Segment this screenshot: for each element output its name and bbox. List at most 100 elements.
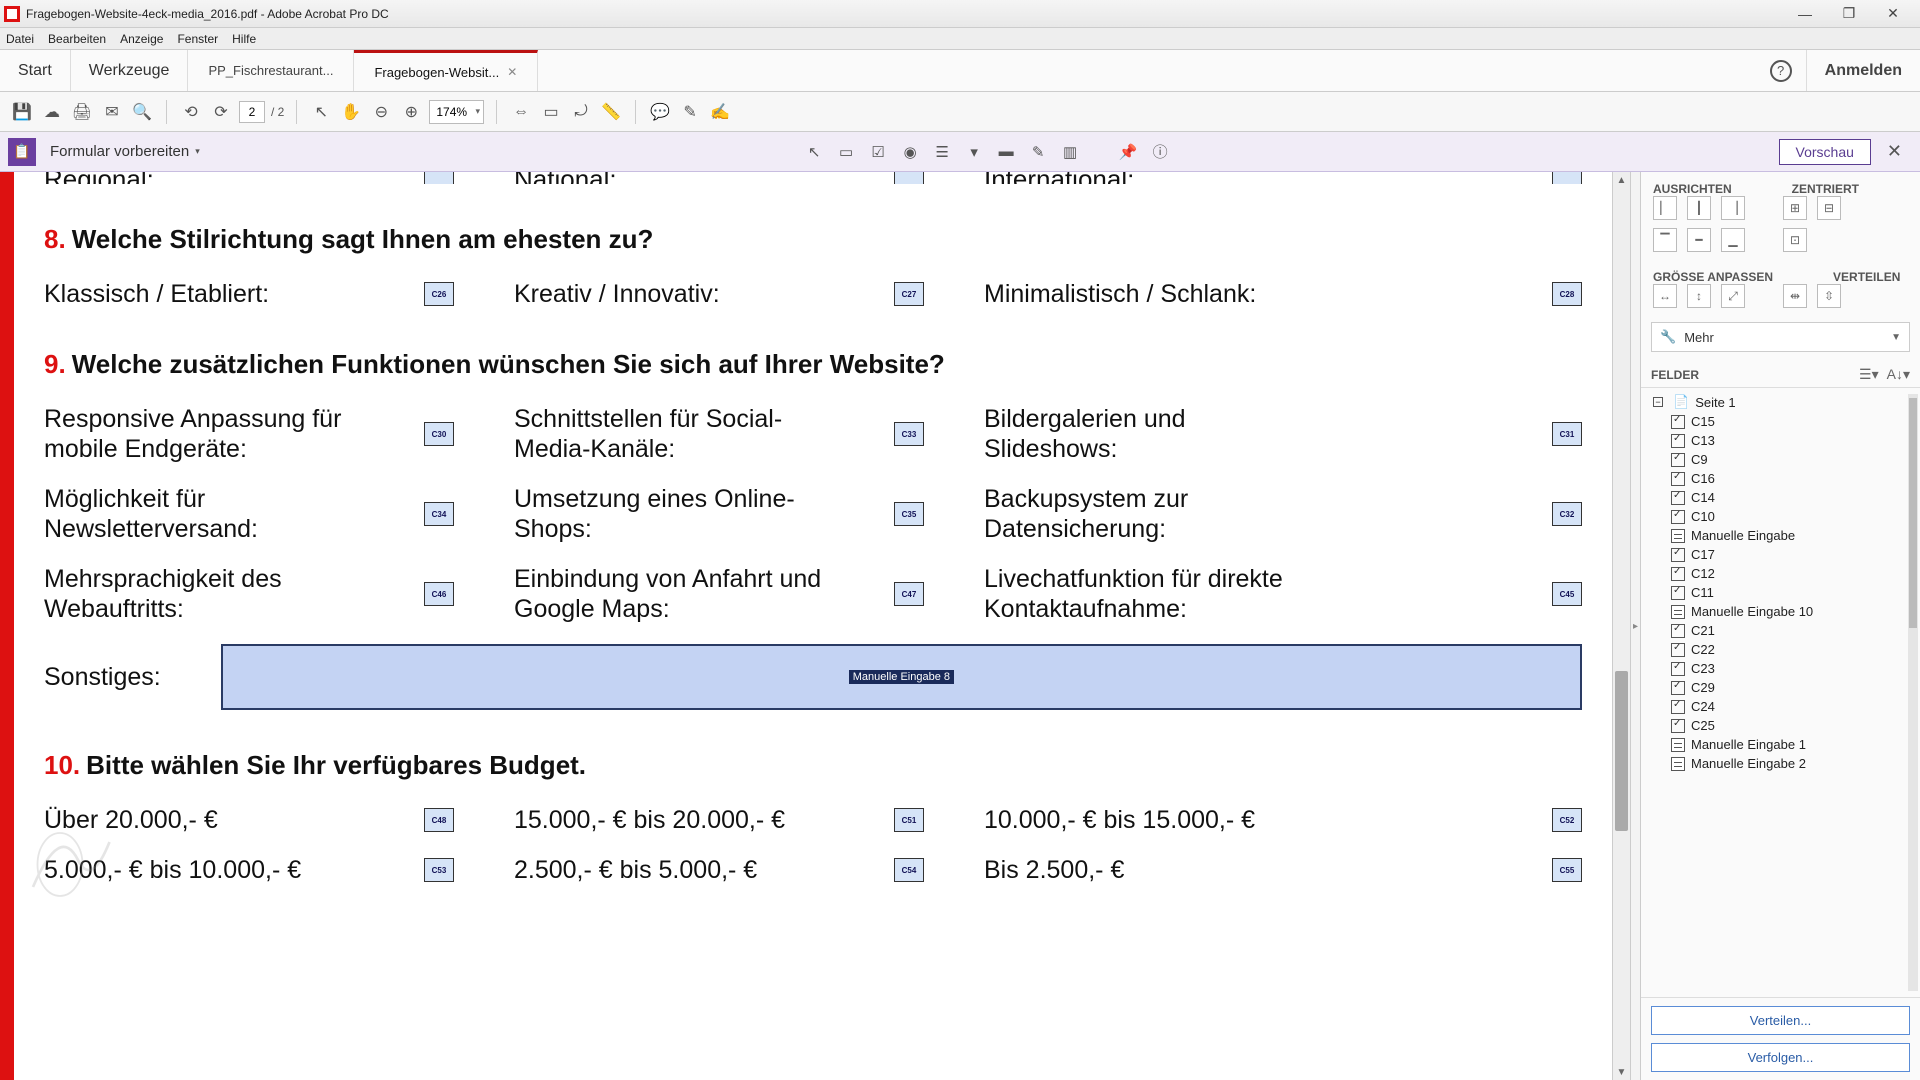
verfolgen-button[interactable]: Verfolgen... [1651,1043,1910,1072]
cloud-icon[interactable]: ☁ [40,100,64,124]
q8-check-a[interactable]: C26 [424,282,454,306]
minimize-button[interactable]: — [1790,4,1820,24]
panel-collapse-handle[interactable]: ▸ [1630,172,1640,1080]
menu-hilfe[interactable]: Hilfe [232,32,256,46]
q10-c2a[interactable]: C53 [424,858,454,882]
scroll-down-icon[interactable]: ▼ [1613,1064,1630,1080]
hand-icon[interactable]: ✋ [339,100,363,124]
tree-scrollbar[interactable] [1908,394,1918,991]
document-area[interactable]: Regional: National: International: 8.Wel… [14,172,1612,1080]
form-mode-label[interactable]: Formular vorbereiten [46,143,204,160]
tree-item[interactable]: C15 [1649,412,1920,431]
q9-c3a[interactable]: C46 [424,582,454,606]
tree-item[interactable]: C14 [1649,488,1920,507]
tree-item[interactable]: C25 [1649,716,1920,735]
page-down-icon[interactable]: ⟳ [209,100,233,124]
tree-item[interactable]: C17 [1649,545,1920,564]
sign-icon[interactable]: ✍ [708,100,732,124]
dropdown-tool-icon[interactable]: ▾ [961,139,987,165]
q10-c1c[interactable]: C52 [1552,808,1582,832]
help-icon[interactable]: ? [1770,60,1792,82]
center-v-icon[interactable]: ⊟ [1817,196,1841,220]
fit-width-icon[interactable]: ⇔ [509,100,533,124]
tab-file-2[interactable]: Fragebogen-Websit...✕ [354,50,538,91]
tab-start[interactable]: Start [0,50,71,91]
menu-anzeige[interactable]: Anzeige [120,32,163,46]
page-up-icon[interactable]: ⟲ [179,100,203,124]
tree-item[interactable]: Manuelle Eingabe [1649,526,1920,545]
cut-check-m[interactable] [894,172,924,184]
align-right-icon[interactable]: ▕ [1721,196,1745,220]
tree-item[interactable]: C11 [1649,583,1920,602]
tree-item[interactable]: C24 [1649,697,1920,716]
tree-item[interactable]: C9 [1649,450,1920,469]
form-mode-icon[interactable]: 📋 [8,138,36,166]
save-icon[interactable]: 💾 [10,100,34,124]
cut-check-r[interactable] [1552,172,1582,184]
select-tool-icon[interactable]: ↖ [801,139,827,165]
q9-c2c[interactable]: C32 [1552,502,1582,526]
tree-item[interactable]: C10 [1649,507,1920,526]
q10-c2c[interactable]: C55 [1552,858,1582,882]
q9-c1b[interactable]: C33 [894,422,924,446]
search-icon[interactable]: 🔍 [130,100,154,124]
q9-c1c[interactable]: C31 [1552,422,1582,446]
comment-icon[interactable]: 💬 [648,100,672,124]
maximize-button[interactable]: ❐ [1834,4,1864,24]
vertical-scrollbar[interactable]: ▲ ▼ [1612,172,1630,1080]
tree-item[interactable]: Manuelle Eingabe 10 [1649,602,1920,621]
tree-item[interactable]: C22 [1649,640,1920,659]
scroll-up-icon[interactable]: ▲ [1613,172,1630,188]
tree-item[interactable]: C16 [1649,469,1920,488]
q9-sonstiges-field[interactable]: Manuelle Eingabe 8 [221,644,1582,710]
size-w-icon[interactable]: ↔ [1653,284,1677,308]
help-tool-icon[interactable]: ⓘ [1147,139,1173,165]
q10-c1b[interactable]: C51 [894,808,924,832]
vorschau-button[interactable]: Vorschau [1779,139,1871,165]
size-h-icon[interactable]: ↕ [1687,284,1711,308]
page-number-input[interactable] [239,101,265,123]
center-h-icon[interactable]: ⊞ [1783,196,1807,220]
tree-scroll-thumb[interactable] [1909,398,1917,628]
print-icon[interactable]: 🖨 [70,100,94,124]
size-both-icon[interactable]: ⤢ [1721,284,1745,308]
sort-icon[interactable]: ☰▾ [1859,366,1879,383]
tree-item[interactable]: C21 [1649,621,1920,640]
center-both-icon[interactable]: ⊡ [1783,228,1807,252]
textfield-tool-icon[interactable]: ▭ [833,139,859,165]
distribute-h-icon[interactable]: ⇹ [1783,284,1807,308]
menu-fenster[interactable]: Fenster [177,32,218,46]
tree-item[interactable]: C13 [1649,431,1920,450]
listbox-tool-icon[interactable]: ☰ [929,139,955,165]
align-bottom-icon[interactable]: ▁ [1721,228,1745,252]
close-button[interactable]: ✕ [1878,4,1908,24]
checkbox-tool-icon[interactable]: ☑ [865,139,891,165]
barcode-tool-icon[interactable]: ▥ [1057,139,1083,165]
fields-tree[interactable]: −📄 Seite 1 C15C13C9C16C14C10Manuelle Ein… [1641,387,1920,997]
menu-bearbeiten[interactable]: Bearbeiten [48,32,106,46]
tab-close-icon[interactable]: ✕ [507,65,517,79]
tree-item[interactable]: Manuelle Eingabe 1 [1649,735,1920,754]
scroll-thumb[interactable] [1615,671,1628,831]
signature-tool-icon[interactable]: ✎ [1025,139,1051,165]
q10-c2b[interactable]: C54 [894,858,924,882]
tree-item[interactable]: Manuelle Eingabe 2 [1649,754,1920,773]
q9-c2b[interactable]: C35 [894,502,924,526]
zoom-in-icon[interactable]: ⊕ [399,100,423,124]
order-icon[interactable]: A↓▾ [1887,366,1910,383]
tab-file-1[interactable]: PP_Fischrestaurant... [188,50,354,91]
q8-check-c[interactable]: C28 [1552,282,1582,306]
align-middle-icon[interactable]: ━ [1687,228,1711,252]
mail-icon[interactable]: ✉ [100,100,124,124]
q9-c1a[interactable]: C30 [424,422,454,446]
button-tool-icon[interactable]: ▬ [993,139,1019,165]
anmelden-button[interactable]: Anmelden [1806,50,1920,91]
zoom-select[interactable]: 174% [429,100,484,124]
close-formbar-icon[interactable]: ✕ [1877,141,1912,162]
q8-check-b[interactable]: C27 [894,282,924,306]
tree-item[interactable]: C23 [1649,659,1920,678]
distribute-v-icon[interactable]: ⇳ [1817,284,1841,308]
zoom-out-icon[interactable]: ⊖ [369,100,393,124]
align-top-icon[interactable]: ▔ [1653,228,1677,252]
tab-werkzeuge[interactable]: Werkzeuge [71,50,189,91]
